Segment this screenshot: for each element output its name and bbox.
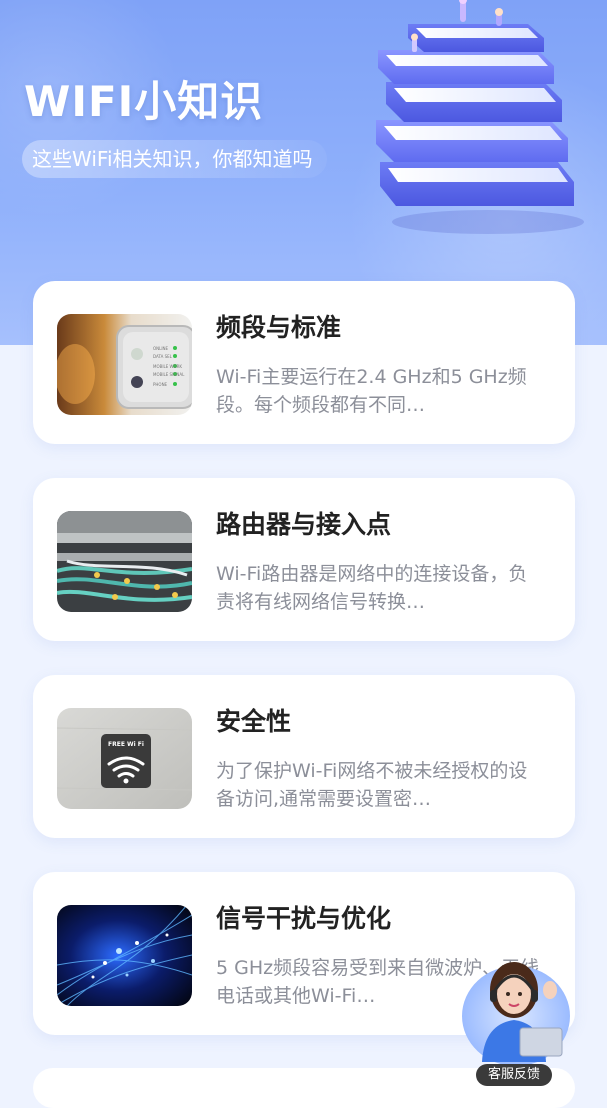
article-title: 频段与标准: [216, 313, 342, 342]
wifi-sign-text: FREE Wi Fi: [108, 741, 144, 748]
article-card[interactable]: 路由器与接入点 Wi-Fi路由器是网络中的连接设备，负责将有线网络信号转换…: [33, 478, 575, 641]
customer-service-button[interactable]: 客服反馈: [458, 950, 573, 1086]
article-description: Wi-Fi主要运行在2.4 GHz和5 GHz频段。每个频段都有不同…: [216, 366, 527, 416]
customer-service-avatar: [462, 962, 570, 1066]
router-label: MOBILE SIGNAL: [153, 372, 185, 377]
article-description: Wi-Fi路由器是网络中的连接设备，负责将有线网络信号转换…: [216, 563, 528, 613]
article-card[interactable]: FREE Wi Fi 安全性 为了保护Wi-Fi网络不被未经授权的设备访问,通常…: [33, 675, 575, 838]
article-title: 信号干扰与优化: [216, 904, 392, 933]
router-label: MOBILE WORK: [153, 364, 182, 369]
router-label: DATA SEL: [153, 354, 173, 359]
network-cables-image: [57, 511, 192, 612]
router-panel-image: ONLINE DATA SEL MOBILE WORK MOBILE SIGNA…: [57, 314, 192, 415]
free-wifi-sign-image: FREE Wi Fi: [57, 708, 192, 809]
router-label: ONLINE: [153, 346, 169, 351]
page-subtitle: 这些WiFi相关知识，你都知道吗: [22, 140, 327, 178]
customer-service-label: 客服反馈: [476, 1064, 552, 1086]
article-description: 为了保护Wi-Fi网络不被未经授权的设备访问,通常需要设置密…: [216, 760, 528, 810]
article-title: 安全性: [216, 707, 292, 736]
fiber-optics-image: [57, 905, 192, 1006]
book-stack-illustration: [376, 0, 584, 234]
page-title: WIFI小知识: [24, 77, 264, 126]
router-label: PHONE: [153, 382, 168, 387]
article-card[interactable]: ONLINE DATA SEL MOBILE WORK MOBILE SIGNA…: [33, 281, 575, 444]
article-title: 路由器与接入点: [216, 510, 392, 539]
